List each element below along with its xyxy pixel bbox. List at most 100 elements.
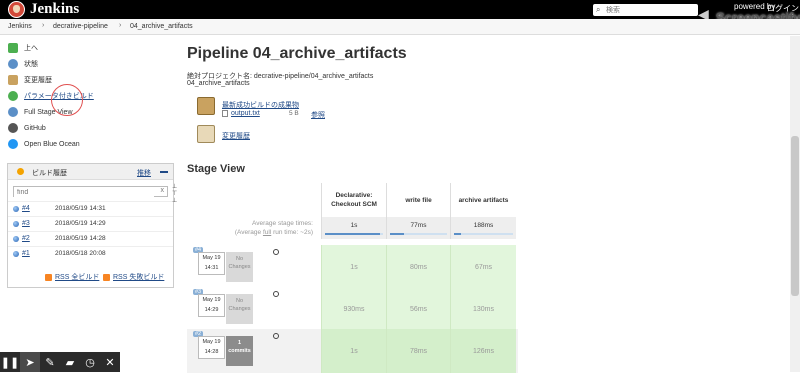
build-number[interactable]: #2 <box>22 235 30 242</box>
rss-failed-link[interactable]: RSS 失敗ビルド <box>103 271 164 283</box>
collapse-icon[interactable] <box>160 171 168 173</box>
build-date[interactable]: 2018/05/19 14:28 <box>55 235 106 242</box>
stage-name: archive artifacts <box>458 196 509 204</box>
build-row[interactable]: #2 2018/05/19 14:28 <box>8 231 173 245</box>
stage-cell[interactable]: 78ms <box>386 329 450 373</box>
stage-cell[interactable]: 67ms <box>450 245 516 289</box>
magnifier-icon <box>8 59 18 69</box>
build-number[interactable]: #1 <box>22 250 30 257</box>
scrollbar-thumb[interactable] <box>791 136 799 296</box>
search-box[interactable]: ⌕ <box>593 4 698 16</box>
stage-header: Declarative: Checkout SCM <box>321 183 386 217</box>
close-icon[interactable]: ✕ <box>100 352 120 372</box>
run-history-icon[interactable] <box>273 333 279 339</box>
build-row[interactable]: #1 2018/05/18 20:08 <box>8 246 173 260</box>
artifact-view-link[interactable]: 参照 <box>311 110 325 120</box>
stage-cell[interactable]: 1s <box>321 245 386 289</box>
avg-value: 77ms <box>410 222 427 229</box>
build-filter-input[interactable] <box>14 188 154 197</box>
stage-cell[interactable]: 80ms <box>386 245 450 289</box>
stage-cell[interactable]: 126ms <box>450 329 516 373</box>
vertical-scrollbar[interactable] <box>790 36 800 372</box>
timer-icon[interactable]: ◷ <box>80 352 100 372</box>
sidebar-item-label: Open Blue Ocean <box>24 140 80 148</box>
sidebar-item-github[interactable]: GitHub <box>8 121 46 135</box>
magnifier-icon <box>8 107 18 117</box>
build-date[interactable]: 2018/05/19 14:29 <box>55 220 106 227</box>
build-row[interactable]: #3 2018/05/19 14:29 <box>8 216 173 230</box>
avg-label-suffix: run time: ~2s) <box>271 229 313 236</box>
avg-progress-bar <box>325 233 383 235</box>
up-arrow-icon <box>8 43 18 53</box>
rss-all-link[interactable]: RSS 全ビルド <box>45 271 99 283</box>
breadcrumb-folder[interactable]: decrative-pipeline <box>53 23 108 30</box>
stage-cell[interactable]: 930ms <box>321 287 386 331</box>
sidebar-item-label: 上へ <box>24 45 38 52</box>
build-number[interactable]: #3 <box>22 220 30 227</box>
search-input[interactable] <box>606 4 694 16</box>
jenkins-logo-text[interactable]: Jenkins <box>30 1 79 18</box>
trend-link[interactable]: 推移 <box>137 168 151 178</box>
run-row: #3 May 19 14:29 No Changes 930ms 56ms 13… <box>187 287 518 331</box>
build-row[interactable]: #4 2018/05/19 14:31 <box>8 201 173 215</box>
stage-cell[interactable]: 1s <box>321 329 386 373</box>
recorder-toolbar: ❚❚ ➤ ✎ ▰ ◷ ✕ <box>0 352 120 372</box>
rss-icon <box>103 273 110 281</box>
run-history-icon[interactable] <box>273 291 279 297</box>
stage-view-controls[interactable]: ⊥ ⊤ ⊥ <box>172 184 180 205</box>
pause-icon[interactable]: ❚❚ <box>0 352 20 372</box>
average-stage-times-label: Average stage times: (Average full run t… <box>187 219 313 237</box>
stage-cell[interactable]: 130ms <box>450 287 516 331</box>
jenkins-logo-icon[interactable] <box>8 1 25 18</box>
run-date-day: May 19 <box>202 297 221 303</box>
run-date-time: 14:29 <box>204 307 219 313</box>
rss-failed-label: RSS 失敗ビルド <box>113 274 165 281</box>
breadcrumb-separator: › <box>119 22 122 29</box>
run-date: May 19 14:31 <box>198 252 225 275</box>
run-changes[interactable]: 1 commits <box>226 336 253 366</box>
avg-progress-bar <box>454 233 513 235</box>
run-date-day: May 19 <box>202 339 221 345</box>
sidebar-item-status[interactable]: 状態 <box>8 57 38 71</box>
recent-changes-link[interactable]: 変更履歴 <box>222 131 250 141</box>
breadcrumb-jenkins[interactable]: Jenkins <box>8 23 32 30</box>
stage-view-table: Declarative: Checkout SCM write file arc… <box>187 181 518 373</box>
breadcrumb-job[interactable]: 04_archive_artifacts <box>130 23 193 30</box>
pointer-icon[interactable]: ➤ <box>20 352 40 372</box>
stage-cell[interactable]: 56ms <box>386 287 450 331</box>
avg-progress-fill <box>390 233 405 235</box>
avg-progress-bar <box>390 233 447 235</box>
build-history-header: ビルド履歴 推移 <box>8 164 173 180</box>
build-date[interactable]: 2018/05/19 14:31 <box>55 205 106 212</box>
breadcrumb: Jenkins › decrative-pipeline › 04_archiv… <box>0 19 800 35</box>
breadcrumb-separator: › <box>42 22 45 29</box>
avg-value: 188ms <box>473 222 494 229</box>
run-changes[interactable]: No Changes <box>226 294 253 324</box>
sidebar-item-up[interactable]: 上へ <box>8 41 38 55</box>
run-history-icon[interactable] <box>273 249 279 255</box>
artifact-file-size: 5 B <box>289 110 299 117</box>
blue-ball-icon <box>13 251 19 257</box>
run-changes[interactable]: No Changes <box>226 252 253 282</box>
build-number[interactable]: #4 <box>22 205 30 212</box>
avg-value: 1s <box>350 222 358 229</box>
last-successful-artifacts-link[interactable]: 最新成功ビルドの成果物 <box>222 100 299 110</box>
build-date[interactable]: 2018/05/18 20:08 <box>55 250 106 257</box>
notepad-icon <box>8 75 18 85</box>
github-icon <box>8 123 18 133</box>
page-title: Pipeline 04_archive_artifacts <box>187 45 407 62</box>
build-filter[interactable]: x <box>13 186 168 197</box>
stage-view-title: Stage View <box>187 163 245 175</box>
cursor-highlight <box>51 84 83 116</box>
blue-ball-icon <box>13 206 19 212</box>
sidebar-item-changes[interactable]: 変更履歴 <box>8 73 52 87</box>
sidebar-item-label: 状態 <box>24 61 38 68</box>
sidebar-item-blue-ocean[interactable]: Open Blue Ocean <box>8 137 80 151</box>
clear-filter-icon[interactable]: x <box>161 187 165 194</box>
avg-cell: 188ms <box>450 217 516 239</box>
pen-icon[interactable]: ✎ <box>40 352 60 372</box>
avg-cell: 1s <box>321 217 386 239</box>
eraser-icon[interactable]: ▰ <box>60 352 80 372</box>
artifact-file-link[interactable]: output.txt <box>231 110 260 117</box>
build-history-panel: ビルド履歴 推移 x #4 2018/05/19 14:31 #3 2018/0… <box>7 163 174 288</box>
